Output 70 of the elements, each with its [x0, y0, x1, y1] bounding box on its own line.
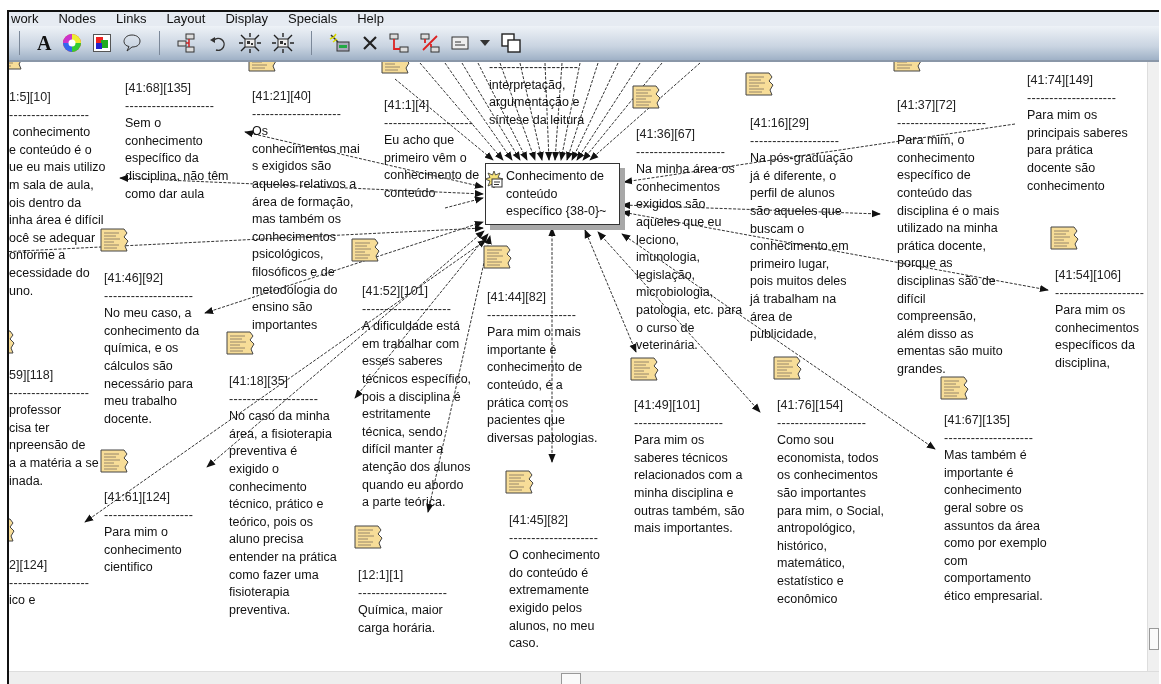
code-label: Conhecimento de conteúdo específico {38-0}~ — [505, 168, 607, 221]
quote-reference: 1:5][10] — [9, 89, 51, 106]
quote-reference: [41:1][4] — [384, 97, 430, 114]
quote-text: Para mim o mais importante é conhecimento de conteúdo, é a prática com os pacientes que diversas patologias. — [487, 324, 598, 447]
dashes-text: ------------------ — [9, 106, 90, 124]
quote-text: No meu caso, a conhecimento da química, e os cálculos são necessário para meu trabalho docente. — [104, 305, 200, 428]
dashes-text: -------------------- — [384, 114, 474, 132]
quote-text: Para mim os principais saberes para prática docente são conhecimento — [1027, 107, 1128, 195]
quote-text: Como sou economista, todos os conhecimentos são importantes para mim, o Social, antropológico, histórico, matemático, estatístico e econômico — [777, 432, 884, 608]
quote-reference: [41:61][124] — [104, 489, 171, 506]
quote-reference: [41:67][135] — [944, 412, 1011, 429]
menu-item[interactable]: Help — [357, 12, 384, 26]
dashes-text: -------------------- — [362, 300, 452, 318]
dashes-text: -------------------- — [636, 143, 726, 161]
quote-reference: [41:18][35] — [229, 373, 289, 390]
dashes-text: -------------------- — [358, 584, 448, 602]
dashes-text: ------------------ — [9, 384, 90, 402]
dashes-text: -------------------- — [1055, 284, 1145, 302]
quote-text: Mas também é importante é conhecimento geral sobre os assuntos da área como por exemplo com comportamento ético empresarial. — [944, 447, 1047, 605]
dashes-text: -------------------- — [104, 506, 194, 524]
quote-text: A dificuldade está em trabalhar com esses saberes técnicos específico, pois a disciplina é estritamente técnica, sendo difícil manter a atenção dos alunos quando eu abordo a parte teórica. — [362, 318, 472, 512]
quote-text: professor cisa ter npreensão de a a matéria a se inada. — [9, 402, 99, 490]
quote-text: No caso da minha área, a fisioterapia preventiva é exigido o conhecimento técnico, prático e teórico, pois os aluno precisa entender na prática como fazer uma fisioterapia preventiva. — [229, 408, 337, 619]
dashes-text: -------------------- — [944, 429, 1034, 447]
quote-reference: [41:52][101] — [362, 283, 429, 300]
quote-reference: [41:49][101] — [634, 397, 701, 414]
quote-reference: [12:1][1] — [358, 567, 404, 584]
dashes-text: -------------------- — [125, 97, 215, 115]
font-button[interactable]: A — [37, 32, 52, 54]
quote-text: conhecimento e conteúdo é o ue eu mais utilizo m sala de aula, ois dentro da inha área é difícil ocê se adequar onforme a ecessidade do uno. — [9, 124, 106, 300]
quote-reference: [41:45][82] — [509, 512, 569, 529]
quote-reference: 2][124] — [9, 557, 48, 574]
quote-text: O conhecimento do conteúdo é extremamente exigido pelos alunos, no meu caso. — [509, 547, 601, 653]
quote-text: Eu acho que primeiro vêm o conhecimento de conteúdo — [384, 132, 480, 202]
quote-reference: [41:36][67] — [636, 126, 696, 143]
quote-reference: [41:74][149] — [1027, 72, 1094, 89]
menu-item[interactable]: Display — [225, 12, 269, 26]
menu-item[interactable]: Nodes — [58, 12, 97, 26]
quote-text: Para mim, o conhecimento específico de conteúdo das disciplina é o mais utilizado na minha prática docente, porque as disciplinas são de difícil compreensão, além disso as ementas são muito grandes. — [897, 132, 1003, 378]
quote-text: Para mim os saberes técnicos relacionados com a minha disciplina e outras também, são mais importantes. — [634, 432, 745, 538]
quote-reference: 59][118] — [9, 367, 54, 384]
quote-reference: [41:16][29] — [750, 115, 810, 132]
dashes-text: -------------------- — [634, 414, 724, 432]
quote-reference: [41:54][106] — [1055, 267, 1122, 284]
dashes-text: -------------------- — [509, 529, 599, 547]
quote-reference: [41:37][72] — [897, 97, 957, 114]
menu-item[interactable]: work — [11, 12, 39, 26]
quote-reference: [41:68][135] — [125, 80, 192, 97]
dashes-text: -------------------- — [777, 414, 867, 432]
quote-reference: [41:21][40] — [252, 88, 312, 105]
quote-reference: [41:44][82] — [487, 289, 547, 306]
menu-item[interactable]: Specials — [288, 12, 338, 26]
dashes-text: -------------------- — [252, 105, 342, 123]
quote-text: Para mim o conhecimento cientifico — [104, 524, 182, 577]
quote-reference: [41:76][154] — [777, 397, 844, 414]
dashes-text: -------------------- — [897, 114, 987, 132]
quote-text: Química, maior carga horária. — [358, 602, 443, 637]
dashes-text: -------------------- — [229, 390, 319, 408]
quote-text: Para mim os conhecimentos específicos da disciplina, — [1055, 302, 1140, 372]
dashes-text: -------------------- — [489, 62, 579, 76]
dashes-text: -------------------- — [104, 287, 194, 305]
dashes-text: -------------------- — [1027, 89, 1117, 107]
menu-item[interactable]: Links — [116, 12, 147, 26]
quote-reference: [41:46][92] — [104, 270, 164, 287]
dashes-text: -------------------- — [487, 306, 577, 324]
menu-item[interactable]: Layout — [166, 12, 206, 26]
dashes-text: ------------------ — [9, 574, 90, 592]
dashes-text: -------------------- — [750, 132, 840, 150]
quote-text: Na minha área os conhecimentos exigidos são aqueles que eu leciono, imunologia, legislação, microbiologia, patologia, etc. para o curso de veterinária. — [636, 161, 743, 355]
quote-text: ico e — [9, 592, 36, 610]
